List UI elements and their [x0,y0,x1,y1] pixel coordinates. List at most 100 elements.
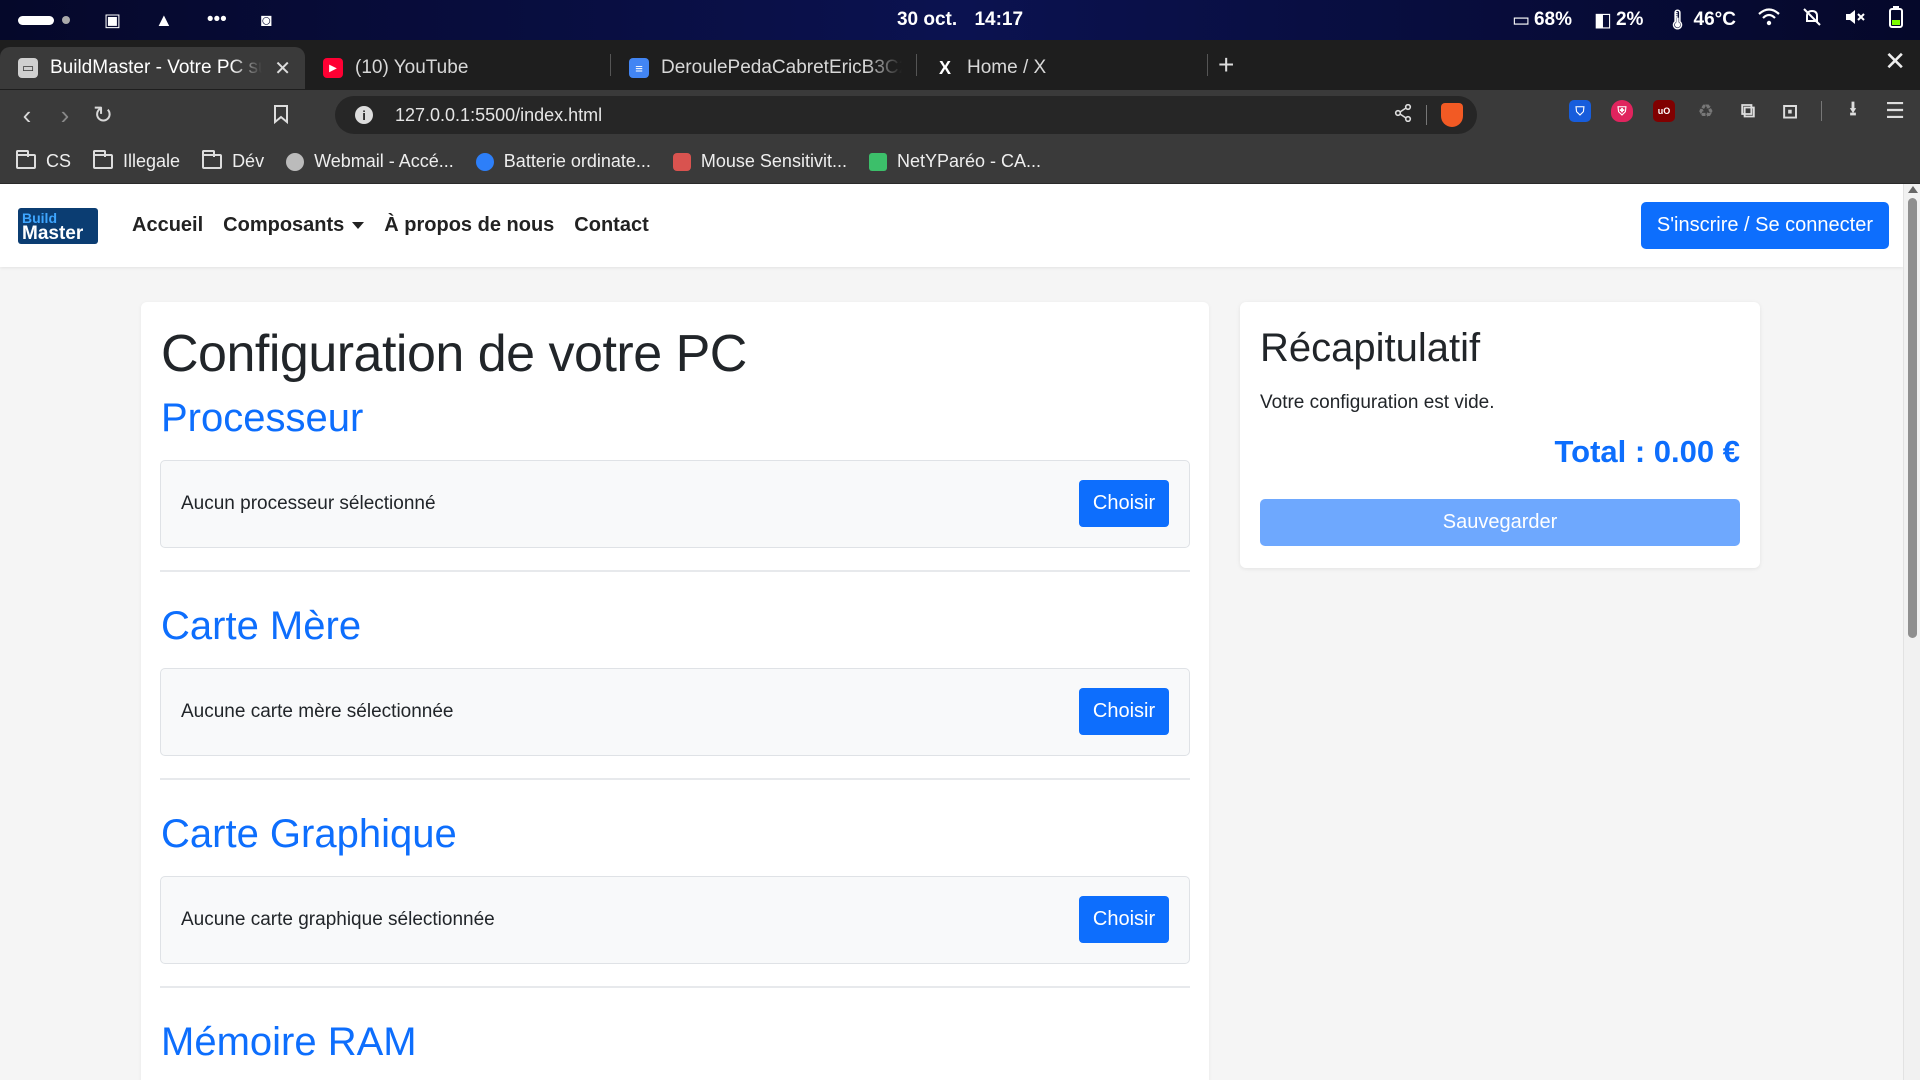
ublock-origin-icon[interactable]: uO [1653,100,1675,122]
nav-link-contact[interactable]: Contact [574,214,648,237]
menu-hamburger-icon[interactable]: ☰ [1884,98,1906,123]
storage-icon: ◧ [1594,9,1612,31]
screenshot-extension-icon[interactable]: ⊡ [1779,100,1801,123]
privacy-extension-icon[interactable]: ⛨ [1611,100,1633,122]
battery-icon [1888,6,1904,34]
tab-title: DeroulePedaCabretEricB3C25F [661,57,902,78]
indicator-dot-icon [62,16,70,24]
bookmark-label: NetYParéo - CA... [896,151,1042,171]
bookmark-folder-illegale[interactable]: Illegale [93,150,181,172]
summary-empty-text: Votre configuration est vide. [1260,392,1495,413]
component-status: Aucun processeur sélectionné [181,493,436,514]
scroll-up-arrow-icon[interactable] [1908,186,1918,193]
brave-shields-icon[interactable] [1441,103,1463,127]
memory-value: 68% [1533,9,1572,30]
close-tab-icon[interactable]: ✕ [274,56,291,81]
temperature-icon: 🌡 [1665,10,1690,31]
bookmark-mouse-sensitivity[interactable]: Mouse Sensitivit... [672,151,847,172]
new-tab-button[interactable]: + [1218,49,1234,81]
more-notifications-icon: ••• [206,9,227,30]
folder-icon [93,150,114,169]
bookmarks-bar: CS Illegale Dév Webmail - Accé... Batter… [0,140,1920,184]
share-icon[interactable] [1394,103,1412,127]
tab-google-doc[interactable]: ≡ DeroulePedaCabretEricB3C25F [611,47,916,89]
forward-button[interactable]: › [46,100,84,131]
component-box-motherboard: Aucune carte mère sélectionnée Choisir [160,668,1190,756]
os-status-bar: ▣ ▲ ••• ◙ 30 oct. 14:17 ▭ 68% ◧ 2% 🌡 46°C [0,0,1920,40]
bitwarden-extension-icon[interactable]: ⛉ [1569,100,1591,122]
choose-processor-button[interactable]: Choisir [1079,480,1169,527]
vpn-icon: ▲ [155,9,173,30]
recycle-extension-icon[interactable]: ♻ [1695,100,1717,122]
bookmark-label: Mouse Sensitivit... [700,151,847,171]
scrollbar-thumb[interactable] [1908,198,1917,638]
buildmaster-logo[interactable]: Build Master [18,208,98,244]
nav-dropdown-components[interactable]: Composants [223,214,365,237]
bookmark-webmail[interactable]: Webmail - Accé... [286,151,454,172]
site-navbar: Build Master Accueil Composants À propos… [0,184,1903,267]
browser-tab-strip: ▭ BuildMaster - Votre PC sur mesure ✕ ▶ … [0,40,1920,90]
signin-button[interactable]: S'inscrire / Se connecter [1640,202,1889,249]
bookmark-label: Webmail - Accé... [314,151,454,171]
x-icon: X [938,57,951,78]
tab-buildmaster[interactable]: ▭ BuildMaster - Votre PC sur mesure ✕ [0,47,305,89]
bookmark-batterie[interactable]: Batterie ordinate... [475,151,651,172]
folder-icon [202,150,223,169]
configuration-card: Configuration de votre PC Processeur Auc… [141,302,1209,1080]
section-divider [160,778,1190,780]
close-window-button[interactable]: ✕ [1884,46,1906,77]
monitor-icon: ▭ [18,58,38,78]
save-button[interactable]: Sauvegarder [1260,499,1740,546]
youtube-icon: ▶ [323,58,343,78]
url-text[interactable]: 127.0.0.1:5500/index.html [395,105,602,126]
downloads-icon[interactable]: ⭳ [1842,98,1864,122]
back-button[interactable]: ‹ [8,100,46,131]
address-bar[interactable]: i 127.0.0.1:5500/index.html [335,96,1477,134]
component-status: Aucune carte graphique sélectionnée [181,909,495,930]
component-box-gpu: Aucune carte graphique sélectionnée Choi… [160,876,1190,964]
section-title-ram: Mémoire RAM [161,1020,417,1064]
nav-link-about[interactable]: À propos de nous [384,214,554,237]
summary-card: Récapitulatif Votre configuration est vi… [1240,302,1760,568]
tab-separator [1207,54,1208,76]
section-divider [160,986,1190,988]
folder-icon [16,150,36,169]
tab-title: Home / X [967,57,1047,78]
bookmark-label: Illegale [123,151,181,171]
bookmark-netypareo[interactable]: NetYParéo - CA... [868,151,1042,172]
choose-motherboard-button[interactable]: Choisir [1079,688,1169,735]
nav-link-home[interactable]: Accueil [132,214,203,237]
toolbar-divider [1821,101,1822,121]
page-viewport: Build Master Accueil Composants À propos… [0,184,1920,1080]
site-info-icon[interactable]: i [355,106,373,124]
globe-icon [286,152,305,171]
extensions-puzzle-icon[interactable]: ⧉ [1737,100,1759,122]
section-title-motherboard: Carte Mère [161,604,362,648]
memory-icon: ▭ [1512,9,1530,31]
chevron-down-icon [352,222,365,230]
section-title-gpu: Carte Graphique [161,812,457,856]
page-scrollbar[interactable] [1903,184,1920,1080]
tab-youtube[interactable]: ▶ (10) YouTube [305,47,610,89]
bookmark-folder-cs[interactable]: CS [16,150,71,172]
omnibox-divider [1426,105,1427,125]
main-nav: Accueil Composants À propos de nous Cont… [132,214,649,237]
discord-icon: ◙ [260,9,272,30]
reload-button[interactable]: ↻ [84,101,122,130]
section-divider [160,570,1190,572]
os-date: 30 oct. [896,9,958,30]
logo-line-2: Master [22,223,84,244]
tab-x[interactable]: X Home / X [917,47,1207,89]
bookmark-page-icon[interactable] [262,100,300,131]
nav-components-label: Composants [223,214,345,236]
bookmark-label: Batterie ordinate... [503,151,651,171]
google-docs-icon: ≡ [629,58,649,78]
notification-app-icon: ▣ [104,9,122,30]
bookmark-folder-dev[interactable]: Dév [202,150,264,172]
summary-title: Récapitulatif [1260,326,1481,370]
choose-gpu-button[interactable]: Choisir [1079,896,1169,943]
section-title-processor: Processeur [161,396,364,440]
component-status: Aucune carte mère sélectionnée [181,701,454,722]
notifications-muted-icon [1802,7,1822,33]
wifi-icon [1758,8,1780,32]
